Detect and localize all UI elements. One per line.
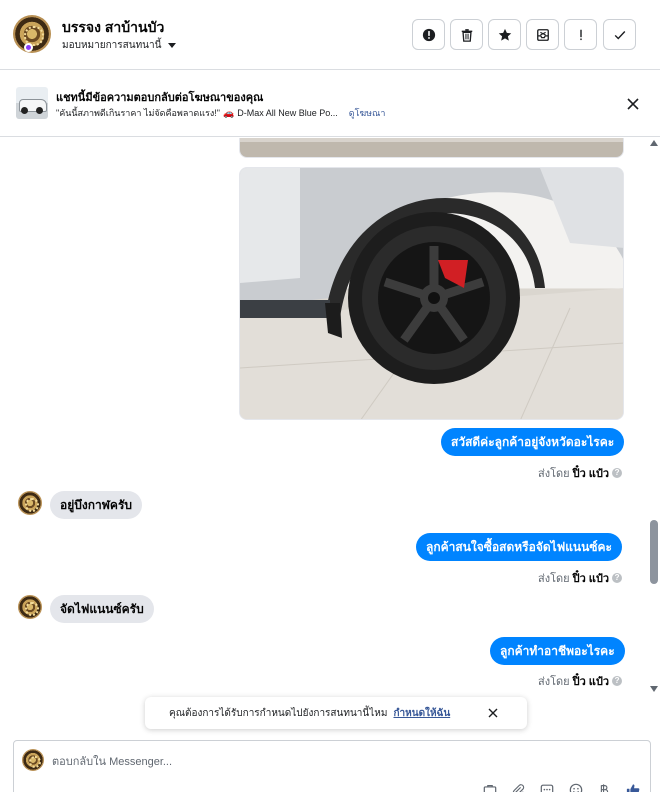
scrollbar-thumb[interactable] [650,520,658,584]
assign-prompt-toast: คุณต้องการได้รับการกำหนดไปยังการสนทนานี้… [145,697,527,729]
check-icon [614,30,625,40]
star-icon [498,28,511,41]
ad-source-badge [24,43,33,52]
close-icon [488,708,498,718]
page-avatar [22,749,44,771]
chat-bubble-icon [540,784,554,792]
scroll-down-arrow-icon[interactable] [650,686,658,692]
sent-by-label: ส่งโดย ปิ๋ว แป๋ว ? [538,569,623,587]
sent-by-label: ส่งโดย ปิ๋ว แป๋ว ? [538,464,623,482]
info-icon[interactable]: ? [612,676,623,686]
outgoing-message[interactable]: ลูกค้าทำอาชีพอะไรคะ [490,637,625,665]
info-icon[interactable]: ? [612,573,623,583]
briefcase-icon [483,785,497,792]
scroll-up-arrow-icon[interactable] [650,140,658,146]
payment-button[interactable] [595,781,613,792]
delete-button[interactable] [450,19,483,50]
message-photo-previous[interactable] [239,138,624,158]
attach-button[interactable] [509,781,527,792]
view-ad-link[interactable]: ดูโฆษณา [349,106,386,120]
assign-conversation-dropdown[interactable]: มอบหมายการสนทนานี้ [62,38,177,53]
close-icon [627,98,639,110]
thumbs-up-icon [626,784,640,792]
outgoing-message[interactable]: สวัสดีค่ะลูกค้าอยู่จังหวัดอะไรคะ [441,428,625,456]
ad-name: D-Max All New Blue Po... [237,108,338,118]
assign-to-me-link[interactable]: กำหนดให้ฉัน [393,706,450,721]
move-to-inbox-button[interactable] [526,19,559,50]
reply-composer [13,740,651,792]
close-banner-button[interactable] [624,95,642,113]
trash-icon [461,28,472,42]
baht-icon [600,784,609,792]
incoming-message[interactable]: อยู่บึงกาฬครับ [50,491,143,519]
ad-banner-title: แชทนี้มีข้อความตอบกลับต่อโฆษณาของคุณ [56,92,264,104]
paperclip-icon [512,784,525,792]
ad-reply-banner: แชทนี้มีข้อความตอบกลับต่อโฆษณาของคุณ "คั… [0,71,660,137]
inbox-icon [536,28,549,41]
sent-by-label: ส่งโดย ปิ๋ว แป๋ว ? [538,672,623,690]
caret-down-icon [168,43,177,48]
follow-up-button[interactable] [564,19,597,50]
exclamation-icon [579,29,582,40]
incoming-message[interactable]: จัดไฟแนนซ์ครับ [50,595,154,623]
star-button[interactable] [488,19,521,50]
assign-prompt-text: คุณต้องการได้รับการกำหนดไปยังการสนทนานี้… [169,707,388,719]
assign-label: มอบหมายการสนทนานี้ [62,40,162,51]
ad-thumbnail[interactable] [16,87,48,119]
close-toast-button[interactable] [485,705,501,721]
message-photo-wheel[interactable] [239,167,624,420]
car-emoji: 🚗 [223,107,235,118]
contact-name[interactable]: บรรจง สาบ้านบัว [62,17,164,39]
info-icon[interactable]: ? [612,468,623,478]
alert-circle-icon [422,28,435,41]
reply-input[interactable] [52,751,612,773]
gif-button[interactable] [538,781,556,792]
outgoing-message[interactable]: ลูกค้าสนใจซื้อสดหรือจัดไฟแนนซ์คะ [416,533,622,561]
message-thread[interactable]: สวัสดีค่ะลูกค้าอยู่จังหวัดอะไรคะ ส่งโดย … [0,138,660,730]
emoji-button[interactable] [567,781,585,792]
smiley-icon [569,783,583,792]
conversation-header: บรรจง สาบ้านบัว มอบหมายการสนทนานี้ [0,0,660,70]
mark-spam-button[interactable] [412,19,445,50]
contact-mini-avatar[interactable] [18,491,42,515]
saved-replies-button[interactable] [481,781,499,792]
ad-banner-subtitle: "คันนี้สภาพดีเกินราคา ไม่จัดคือพลาดแรง!"… [56,106,385,120]
car-wheel-image [240,168,623,419]
contact-mini-avatar[interactable] [18,595,42,619]
send-like-button[interactable] [624,781,642,792]
mark-done-button[interactable] [603,19,636,50]
ad-quote: "คันนี้สภาพดีเกินราคา ไม่จัดคือพลาดแรง!" [56,108,220,118]
